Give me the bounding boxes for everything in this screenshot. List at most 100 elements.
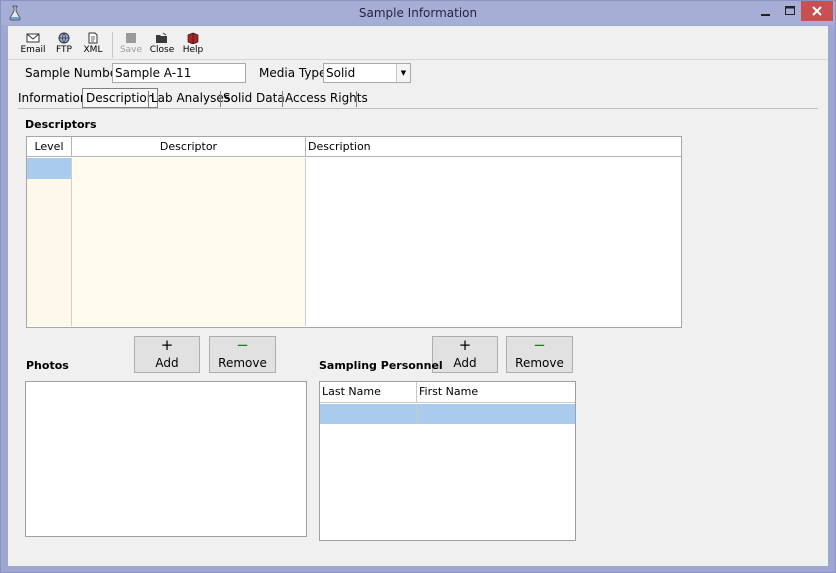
tab-information[interactable]: Information (15, 89, 90, 108)
sample-number-label: Sample Number: (25, 66, 126, 80)
level-cell[interactable] (27, 242, 72, 263)
description-cell[interactable] (306, 242, 681, 263)
level-cell[interactable] (27, 200, 72, 221)
close-window-button[interactable] (801, 1, 833, 21)
table-row[interactable] (27, 284, 681, 305)
description-cell[interactable] (306, 179, 681, 200)
xml-button[interactable]: XML (80, 30, 106, 60)
descriptor-cell[interactable] (72, 200, 306, 221)
ftp-label: FTP (56, 45, 72, 55)
column-header-level[interactable]: Level (27, 137, 72, 157)
help-book-icon (187, 32, 199, 44)
tab-divider (356, 91, 357, 107)
photos-list[interactable] (25, 381, 307, 537)
add-photo-label: Add (155, 356, 179, 370)
envelope-icon (26, 33, 40, 43)
descriptor-cell[interactable] (72, 305, 306, 326)
close-folder-icon (156, 32, 167, 43)
maximize-button[interactable] (779, 1, 801, 21)
media-type-label: Media Type: (259, 66, 331, 80)
description-cell[interactable] (306, 284, 681, 305)
remove-personnel-label: Remove (515, 356, 564, 370)
toolbar-separator (112, 32, 113, 58)
globe-icon (58, 32, 70, 44)
email-label: Email (20, 45, 46, 55)
add-photo-button[interactable]: + Add (134, 336, 200, 373)
close-label: Close (149, 45, 175, 55)
last-name-cell[interactable] (320, 404, 417, 424)
title-bar[interactable]: Sample Information (1, 1, 835, 25)
client-area: Email FTP XML Save Close Help Sample Num… (8, 26, 828, 566)
descriptor-cell[interactable] (72, 284, 306, 305)
close-button[interactable]: Close (148, 30, 176, 60)
personnel-header: Last Name First Name (320, 382, 575, 403)
media-type-select[interactable]: Solid ▼ (323, 63, 411, 83)
table-row[interactable] (27, 242, 681, 263)
level-cell[interactable] (27, 221, 72, 242)
sampling-personnel-title: Sampling Personnel (319, 359, 443, 372)
email-button[interactable]: Email (18, 30, 48, 60)
first-name-cell[interactable] (417, 404, 575, 424)
plus-icon: + (458, 336, 472, 354)
description-cell[interactable] (306, 200, 681, 221)
help-button[interactable]: Help (180, 30, 206, 60)
application-window: Sample Information Email FTP XML Save Cl… (0, 0, 836, 573)
column-header-descriptor[interactable]: Descriptor (72, 137, 306, 157)
descriptor-cell[interactable] (72, 263, 306, 284)
personnel-grid[interactable]: Last Name First Name (319, 381, 576, 541)
descriptors-header: Level Descriptor Description (27, 137, 681, 157)
xml-label: XML (83, 45, 103, 55)
descriptor-cell[interactable] (72, 158, 306, 179)
descriptor-cell[interactable] (72, 242, 306, 263)
table-row[interactable] (27, 158, 681, 179)
tab-panel-border (18, 108, 818, 109)
table-row[interactable] (27, 221, 681, 242)
descriptors-grid[interactable]: Level Descriptor Description (26, 136, 682, 328)
window-title: Sample Information (358, 6, 478, 20)
plus-icon: + (160, 336, 174, 354)
tab-access-rights[interactable]: Access Rights (282, 89, 371, 108)
ftp-button[interactable]: FTP (52, 30, 76, 60)
description-cell[interactable] (306, 263, 681, 284)
column-header-last-name[interactable]: Last Name (320, 382, 417, 403)
table-row[interactable] (27, 305, 681, 326)
toolbar-divider (8, 59, 828, 60)
level-cell[interactable] (27, 263, 72, 284)
help-label: Help (182, 45, 204, 55)
level-cell[interactable] (27, 284, 72, 305)
column-header-first-name[interactable]: First Name (417, 382, 575, 403)
level-cell[interactable] (27, 158, 72, 179)
description-cell[interactable] (306, 305, 681, 326)
save-label: Save (119, 45, 143, 55)
column-header-description[interactable]: Description (306, 137, 681, 157)
level-cell[interactable] (27, 305, 72, 326)
tab-solid-data[interactable]: Solid Data (220, 89, 288, 108)
remove-photo-label: Remove (218, 356, 267, 370)
chevron-down-icon[interactable]: ▼ (396, 64, 410, 82)
minus-icon: − (236, 336, 249, 354)
maximize-icon (785, 6, 795, 15)
document-icon (88, 32, 98, 44)
remove-personnel-button[interactable]: − Remove (506, 336, 573, 373)
remove-photo-button[interactable]: − Remove (209, 336, 276, 373)
level-cell[interactable] (27, 179, 72, 200)
media-type-value: Solid (326, 66, 356, 80)
table-row[interactable] (27, 263, 681, 284)
minus-icon: − (533, 336, 546, 354)
descriptor-cell[interactable] (72, 221, 306, 242)
descriptors-title: Descriptors (25, 118, 97, 131)
minimize-icon (761, 14, 770, 16)
table-row[interactable] (320, 404, 575, 424)
tab-description[interactable]: Description (82, 88, 159, 108)
sample-number-input[interactable]: Sample A-11 (112, 63, 246, 83)
close-icon (812, 6, 822, 16)
description-cell[interactable] (306, 221, 681, 242)
minimize-button[interactable] (753, 1, 779, 21)
table-row[interactable] (27, 200, 681, 221)
table-row[interactable] (27, 179, 681, 200)
descriptor-cell[interactable] (72, 179, 306, 200)
photos-title: Photos (26, 359, 69, 372)
save-button[interactable]: Save (118, 30, 144, 60)
description-cell[interactable] (306, 158, 681, 179)
save-icon (126, 33, 136, 43)
